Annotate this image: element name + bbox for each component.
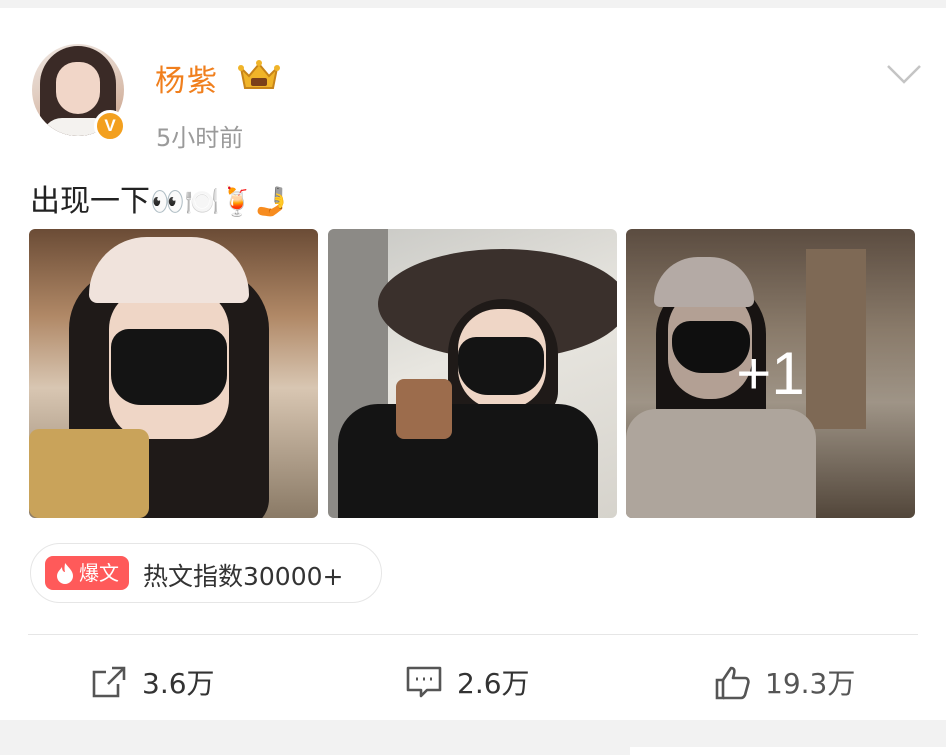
crown-icon[interactable] — [237, 58, 281, 94]
share-icon — [92, 666, 126, 698]
comment-count: 2.6万 — [457, 667, 530, 700]
post-photo-1[interactable] — [29, 229, 318, 518]
post-photo-2[interactable] — [328, 229, 617, 518]
more-photos-overlay[interactable]: +1 — [626, 229, 915, 518]
thumbs-up-icon — [715, 666, 750, 700]
post-emojis: 👀🍽️🍹🤳 — [150, 185, 290, 218]
share-count: 3.6万 — [142, 667, 215, 700]
flame-icon — [57, 563, 73, 584]
weibo-post-card: V 杨紫 5小时前 出现一下👀🍽️🍹🤳 +1 爆文 热文指数30000+ 3.6… — [0, 8, 946, 755]
chevron-down-icon[interactable] — [886, 62, 922, 86]
hot-article-badge[interactable]: 爆文 热文指数30000+ — [30, 543, 382, 603]
divider — [28, 634, 918, 635]
post-photo-3[interactable]: +1 — [626, 229, 915, 518]
feed-separator — [0, 720, 946, 747]
hot-tag-label: 爆文 — [79, 561, 119, 585]
like-count: 19.3万 — [765, 667, 856, 700]
hot-tag: 爆文 — [45, 556, 129, 590]
post-timestamp: 5小时前 — [156, 124, 244, 152]
hot-index-text: 热文指数30000+ — [143, 562, 344, 591]
verified-badge: V — [94, 110, 126, 142]
comment-icon — [406, 666, 442, 698]
username[interactable]: 杨紫 — [155, 56, 219, 100]
post-text: 出现一下👀🍽️🍹🤳 — [30, 176, 289, 220]
post-text-body: 出现一下 — [30, 184, 150, 219]
